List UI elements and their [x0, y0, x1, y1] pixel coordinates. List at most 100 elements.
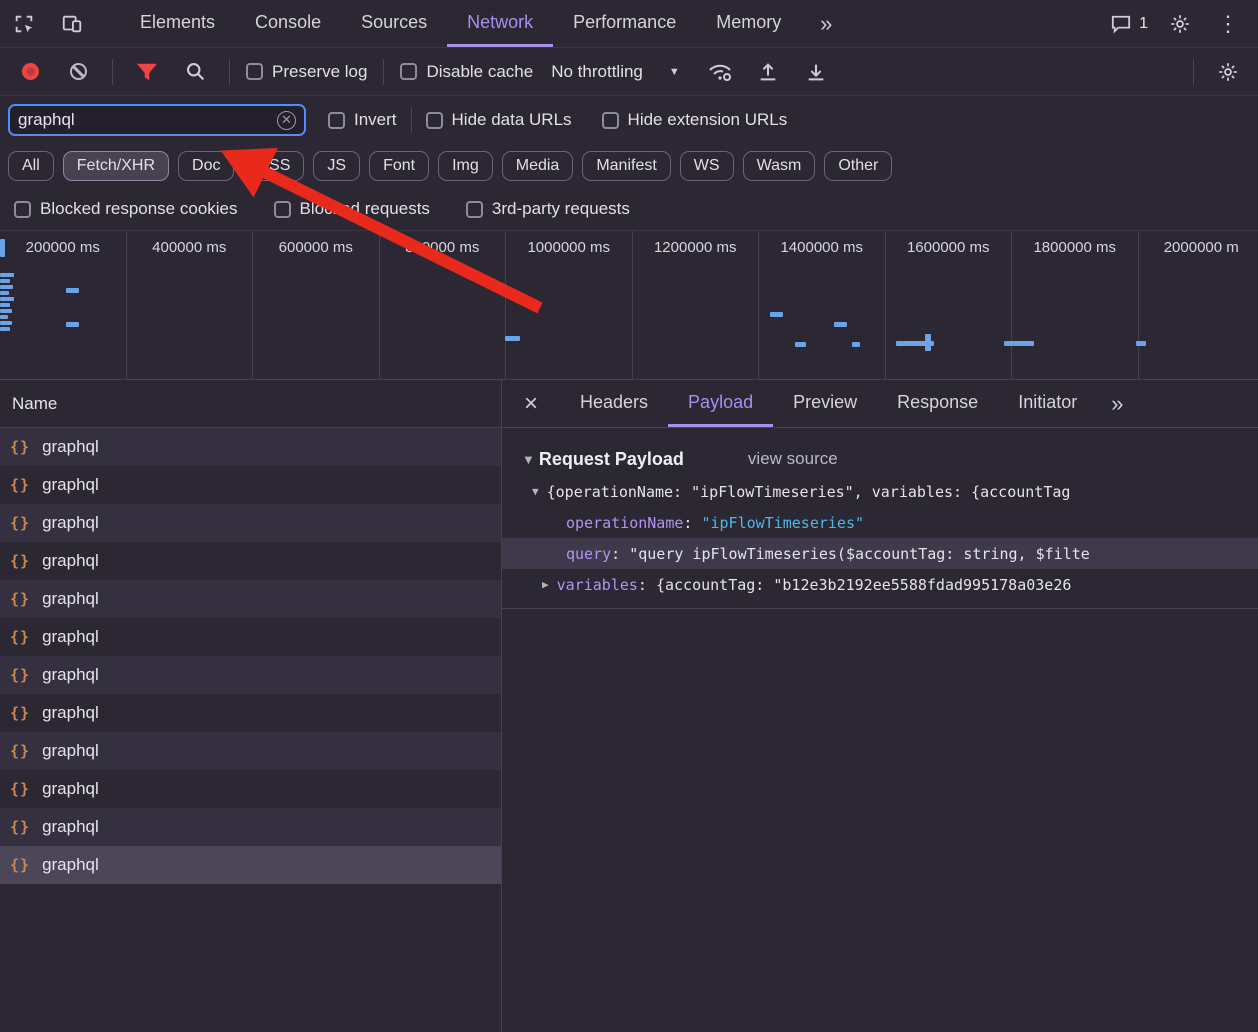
type-pill-ws[interactable]: WS [680, 151, 734, 181]
request-table-panel: Name {}graphql{}graphql{}graphql{}graphq… [0, 380, 502, 1032]
close-detail-icon[interactable]: × [502, 380, 560, 427]
network-filter-input-wrap: ✕ [8, 104, 306, 136]
detail-tab-headers[interactable]: Headers [560, 380, 668, 427]
detail-tab-response[interactable]: Response [877, 380, 998, 427]
request-row[interactable]: {}graphql [0, 618, 501, 656]
request-row[interactable]: {}graphql [0, 770, 501, 808]
waterfall-bar [1004, 341, 1034, 346]
detail-more-tabs-icon[interactable]: » [1097, 380, 1135, 427]
view-source-link[interactable]: view source [748, 449, 838, 469]
detail-tab-initiator[interactable]: Initiator [998, 380, 1097, 427]
request-row[interactable]: {}graphql [0, 504, 501, 542]
throttling-select[interactable]: No throttling ▼ [551, 62, 680, 82]
main-tabs: ElementsConsoleSourcesNetworkPerformance… [120, 0, 801, 47]
type-pill-js[interactable]: JS [313, 151, 360, 181]
payload-row-query[interactable]: query: "query ipFlowTimeseries($accountT… [502, 538, 1258, 569]
3rd-party-requests-checkbox[interactable]: 3rd-party requests [466, 199, 630, 219]
type-pill-media[interactable]: Media [502, 151, 574, 181]
request-name: graphql [42, 475, 99, 495]
request-row[interactable]: {}graphql [0, 542, 501, 580]
console-messages-icon[interactable] [1097, 0, 1145, 47]
request-name: graphql [42, 551, 99, 571]
hide-extension-urls-checkbox[interactable]: Hide extension URLs [602, 110, 788, 130]
extra-filter-checkboxes: Blocked response cookies Blocked requests… [0, 188, 1258, 230]
json-braces-icon: {} [10, 590, 30, 608]
waterfall-bar [852, 342, 860, 347]
waterfall-bar [0, 273, 14, 277]
waterfall-bar [0, 239, 5, 257]
request-row[interactable]: {}graphql [0, 732, 501, 770]
preserve-log-checkbox[interactable]: Preserve log [246, 62, 367, 82]
request-row[interactable]: {}graphql [0, 580, 501, 618]
type-pill-wasm[interactable]: Wasm [743, 151, 816, 181]
detail-tabs: HeadersPayloadPreviewResponseInitiator [560, 380, 1097, 427]
detail-tab-payload[interactable]: Payload [668, 380, 773, 427]
disable-cache-checkbox-box[interactable] [400, 63, 417, 80]
type-pill-all[interactable]: All [8, 151, 54, 181]
request-row[interactable]: {}graphql [0, 466, 501, 504]
type-pill-font[interactable]: Font [369, 151, 429, 181]
json-braces-icon: {} [10, 856, 30, 874]
import-har-icon[interactable] [744, 48, 792, 95]
kebab-menu-icon[interactable]: ⋮ [1204, 0, 1252, 47]
json-braces-icon: {} [10, 514, 30, 532]
waterfall-bar [0, 279, 10, 283]
network-toolbar: Preserve log Disable cache No throttling… [0, 48, 1258, 96]
expand-variables-icon[interactable]: ▶ [542, 578, 549, 591]
tab-network[interactable]: Network [447, 0, 553, 47]
blocked-response-cookies-checkbox[interactable]: Blocked response cookies [14, 199, 238, 219]
waterfall-bar [505, 336, 520, 341]
waterfall-bar [0, 303, 10, 307]
json-braces-icon: {} [10, 628, 30, 646]
waterfall-bar [770, 312, 783, 317]
clear-filter-icon[interactable]: ✕ [277, 111, 296, 130]
blocked-requests-checkbox[interactable]: Blocked requests [274, 199, 430, 219]
type-pill-manifest[interactable]: Manifest [582, 151, 670, 181]
tab-performance[interactable]: Performance [553, 0, 696, 47]
waterfall-bar [834, 322, 847, 327]
tab-sources[interactable]: Sources [341, 0, 447, 47]
collapse-root-icon[interactable]: ▼ [532, 485, 539, 498]
inspect-element-icon[interactable] [0, 0, 48, 47]
request-row[interactable]: {}graphql [0, 846, 501, 884]
preserve-log-checkbox-box[interactable] [246, 63, 263, 80]
network-overview-timeline[interactable]: 200000 ms400000 ms600000 ms800000 ms1000… [0, 230, 1258, 380]
network-settings-gear-icon[interactable] [1204, 48, 1252, 95]
network-filter-input[interactable] [18, 110, 277, 130]
tab-memory[interactable]: Memory [696, 0, 801, 47]
request-row[interactable]: {}graphql [0, 428, 501, 466]
disable-cache-checkbox[interactable]: Disable cache [400, 62, 533, 82]
more-tabs-icon[interactable]: » [801, 0, 849, 47]
request-row[interactable]: {}graphql [0, 694, 501, 732]
type-pill-doc[interactable]: Doc [178, 151, 234, 181]
request-row[interactable]: {}graphql [0, 656, 501, 694]
tab-elements[interactable]: Elements [120, 0, 235, 47]
record-network-log-button[interactable] [6, 48, 54, 95]
chevron-down-icon: ▼ [669, 66, 680, 78]
invert-checkbox[interactable]: Invert [328, 110, 397, 130]
network-conditions-icon[interactable] [696, 48, 744, 95]
device-toolbar-icon[interactable] [48, 0, 96, 47]
waterfall-bar [66, 322, 79, 327]
payload-row-variables[interactable]: ▶ variables: {accountTag: "b12e3b2192ee5… [502, 569, 1258, 600]
clear-network-log-button[interactable] [54, 48, 102, 95]
json-braces-icon: {} [10, 780, 30, 798]
request-detail-panel: × HeadersPayloadPreviewResponseInitiator… [502, 380, 1258, 1032]
payload-row-operationname[interactable]: operationName: "ipFlowTimeseries" [502, 507, 1258, 538]
export-har-icon[interactable] [792, 48, 840, 95]
filter-icon[interactable] [123, 48, 171, 95]
type-pill-css[interactable]: CSS [243, 151, 304, 181]
type-pill-fetch-xhr[interactable]: Fetch/XHR [63, 151, 169, 181]
detail-tab-preview[interactable]: Preview [773, 380, 877, 427]
type-pill-other[interactable]: Other [824, 151, 892, 181]
type-pill-img[interactable]: Img [438, 151, 493, 181]
settings-gear-icon[interactable] [1156, 0, 1204, 47]
search-icon[interactable] [171, 48, 219, 95]
hide-data-urls-checkbox[interactable]: Hide data URLs [426, 110, 572, 130]
name-column-header[interactable]: Name [0, 380, 501, 428]
tab-console[interactable]: Console [235, 0, 341, 47]
waterfall-bar [0, 291, 9, 295]
payload-root-row[interactable]: ▼ {operationName: "ipFlowTimeseries", va… [502, 476, 1258, 507]
request-row[interactable]: {}graphql [0, 808, 501, 846]
collapse-payload-icon[interactable]: ▼ [522, 452, 535, 467]
